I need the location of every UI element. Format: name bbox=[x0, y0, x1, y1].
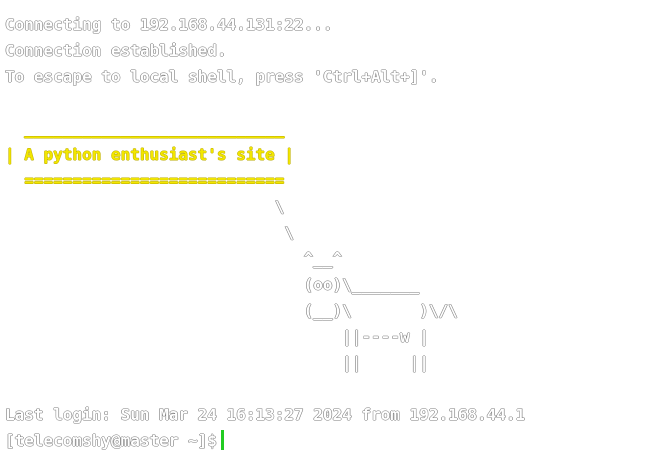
shell-prompt: [telecomshy@master ~]$ bbox=[5, 431, 217, 450]
cowsay-art-line: (oo)\_______ bbox=[5, 275, 420, 294]
banner-top-border: ___________________________ bbox=[5, 119, 285, 138]
last-login-line: Last login: Sun Mar 24 16:13:27 2024 fro… bbox=[5, 405, 526, 424]
cowsay-art-line: (__)\ )\/\ bbox=[5, 301, 458, 320]
escape-hint-line: To escape to local shell, press 'Ctrl+Al… bbox=[5, 67, 439, 86]
connecting-line: Connecting to 192.168.44.131:22... bbox=[5, 15, 333, 34]
cowsay-art-line: || || bbox=[5, 353, 429, 372]
cowsay-art-line: \ bbox=[5, 197, 285, 216]
connection-established-line: Connection established. bbox=[5, 41, 227, 60]
cowsay-art-line: ||----w | bbox=[5, 327, 429, 346]
text-cursor bbox=[220, 430, 224, 450]
terminal-output[interactable]: Connecting to 192.168.44.131:22... Conne… bbox=[5, 12, 665, 450]
banner-bottom-border: =========================== bbox=[5, 171, 285, 190]
banner-title: | A python enthusiast's site | bbox=[5, 145, 294, 164]
cowsay-art-line: \ bbox=[5, 223, 294, 242]
cowsay-art-line: ^__^ bbox=[5, 249, 343, 268]
